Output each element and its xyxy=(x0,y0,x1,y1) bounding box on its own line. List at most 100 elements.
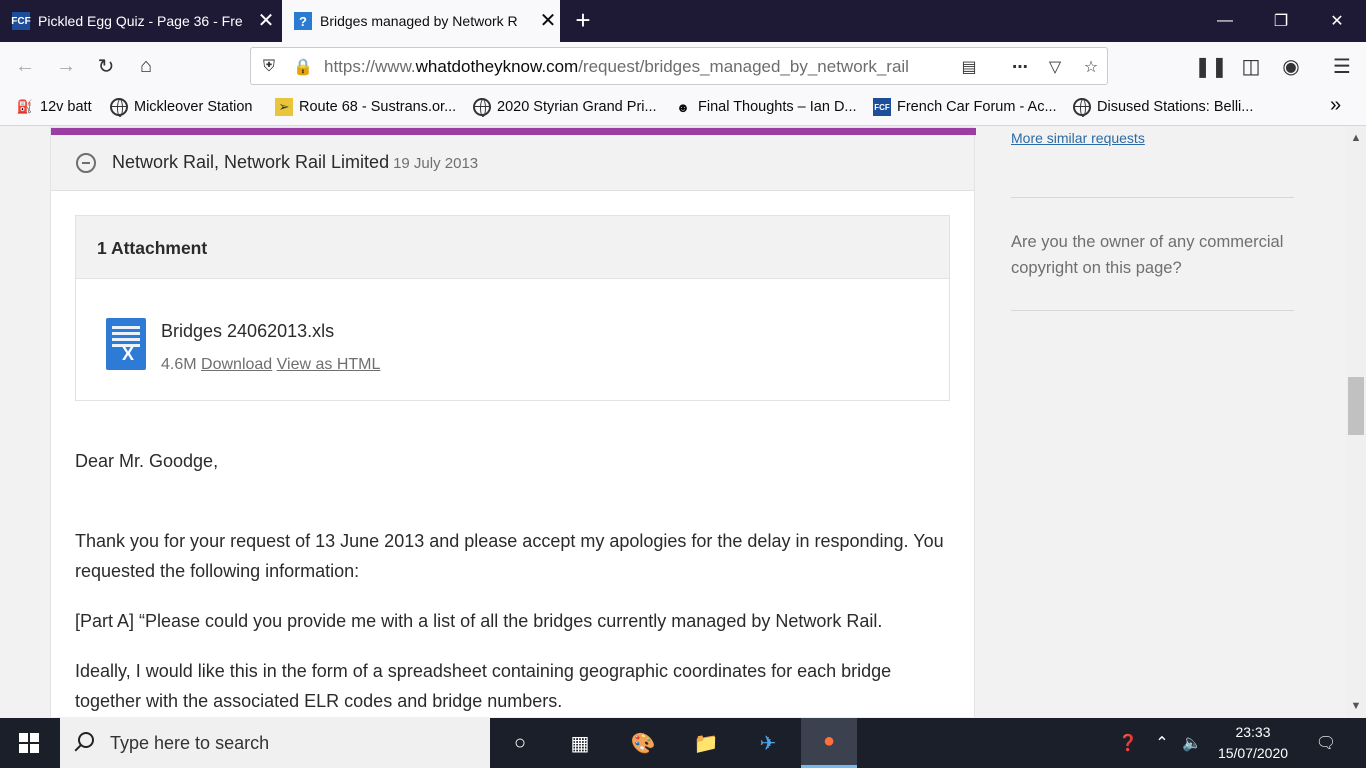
authority-name: Network Rail, Network Rail Limited 19 Jul… xyxy=(112,152,478,173)
page-viewport: Network Rail, Network Rail Limited 19 Jul… xyxy=(0,127,1346,717)
attachment-filename: Bridges 24062013.xls xyxy=(161,321,335,341)
fuel-icon: ⛽ xyxy=(16,99,34,114)
message-body: Dear Mr. Goodge, Thank you for your requ… xyxy=(75,446,955,717)
window-close-icon[interactable]: ✕ xyxy=(1309,0,1365,42)
close-tab-icon[interactable]: ✕ xyxy=(538,11,558,31)
taskbar: Type here to search ○ ▦ 🎨 📁 ✈ ● ❓ ⌃ 🔈 23… xyxy=(0,718,1366,768)
back-icon[interactable]: ← xyxy=(11,52,39,80)
bookmark-star-icon[interactable]: ☆ xyxy=(1079,55,1103,79)
paint-icon[interactable]: 🎨 xyxy=(615,718,671,768)
taskbar-search[interactable]: Type here to search xyxy=(60,718,490,768)
bookmark-french-car-forum[interactable]: FCF French Car Forum - Ac... xyxy=(873,98,1057,116)
tab-title: Pickled Egg Quiz - Page 36 - Fre xyxy=(38,13,243,29)
tab-bridges-managed[interactable]: ? Bridges managed by Network R ✕ xyxy=(282,0,560,42)
menu-icon[interactable]: ☰ xyxy=(1328,52,1356,80)
bookmark-label: 12v batt xyxy=(40,99,92,115)
bookmark-route-68[interactable]: ➢ Route 68 - Sustrans.or... xyxy=(275,98,456,116)
url-bar[interactable]: ⛨ 🔒 https://www.whatdotheyknow.com/reque… xyxy=(250,47,1108,85)
divider xyxy=(1011,197,1294,198)
home-icon[interactable]: ⌂ xyxy=(132,52,160,80)
bookmark-label: Mickleover Station xyxy=(134,99,253,115)
more-similar-requests-link[interactable]: More similar requests xyxy=(1011,130,1145,146)
attachment-size: 4.6M xyxy=(161,356,197,373)
avatar-icon: ☻ xyxy=(676,99,690,115)
search-placeholder: Type here to search xyxy=(110,733,270,753)
correspondence-card: Network Rail, Network Rail Limited 19 Jul… xyxy=(50,127,976,717)
cortana-icon[interactable]: ○ xyxy=(492,718,548,768)
clock-date: 15/07/2020 xyxy=(1217,745,1289,761)
attachments-title: 1 Attachment xyxy=(97,238,208,258)
navigation-toolbar: ← → ↻ ⌂ ⛨ 🔒 https://www.whatdotheyknow.c… xyxy=(0,42,1366,90)
firefox-icon[interactable]: ● xyxy=(801,718,857,768)
fcf-icon: FCF xyxy=(873,98,891,116)
bookmark-styrian-grand-prix[interactable]: 2020 Styrian Grand Pri... xyxy=(473,98,657,117)
bookmark-label: Final Thoughts – Ian D... xyxy=(698,99,857,115)
url-prefix: https://www. xyxy=(324,57,416,76)
start-button[interactable] xyxy=(0,718,58,768)
url-path: /request/bridges_managed_by_network_rail xyxy=(578,57,909,76)
help-icon[interactable]: ❓ xyxy=(1112,718,1144,768)
scroll-down-icon[interactable]: ▼ xyxy=(1346,697,1366,715)
globe-icon xyxy=(1073,98,1091,117)
authority-label: Network Rail, Network Rail Limited xyxy=(112,152,390,172)
minimize-icon[interactable]: — xyxy=(1197,0,1253,42)
bookmark-12v-batt[interactable]: ⛽ 12v batt xyxy=(16,98,92,116)
new-tab-icon[interactable]: + xyxy=(568,6,598,34)
attachment-meta: 4.6M Download View as HTML xyxy=(161,356,380,374)
greeting: Dear Mr. Goodge, xyxy=(75,451,219,471)
scroll-up-icon[interactable]: ▲ xyxy=(1346,129,1366,147)
copyright-owner-question: Are you the owner of any commercial copy… xyxy=(1011,233,1284,277)
thunderbird-icon[interactable]: ✈ xyxy=(740,718,796,768)
reload-icon[interactable]: ↻ xyxy=(92,52,120,80)
bookmark-label: 2020 Styrian Grand Pri... xyxy=(497,99,657,115)
notifications-icon[interactable]: 🗨 xyxy=(1310,718,1342,768)
globe-icon xyxy=(110,98,128,117)
correspondence-header[interactable]: Network Rail, Network Rail Limited 19 Jul… xyxy=(51,135,974,191)
body-paragraph: [Part A] “Please could you provide me wi… xyxy=(75,611,883,631)
attachments-header: 1 Attachment xyxy=(76,216,949,279)
more-bookmarks-icon[interactable]: » xyxy=(1330,94,1341,117)
bookmark-mickleover-station[interactable]: Mickleover Station xyxy=(110,98,253,117)
question-favicon-icon: ? xyxy=(294,12,312,30)
url-domain: whatdotheyknow.com xyxy=(415,57,579,76)
lock-icon[interactable]: 🔒 xyxy=(291,55,315,79)
body-paragraph: Thank you for your request of 13 June 20… xyxy=(75,531,944,581)
tab-strip: FCF Pickled Egg Quiz - Page 36 - Fre ✕ ?… xyxy=(0,0,1366,42)
clock-time: 23:33 xyxy=(1235,724,1271,740)
task-view-icon[interactable]: ▦ xyxy=(552,718,608,768)
windows-icon xyxy=(19,733,39,753)
body-paragraph: Ideally, I would like this in the form o… xyxy=(75,661,892,711)
volume-icon[interactable]: 🔈 xyxy=(1178,718,1206,768)
view-as-html-link[interactable]: View as HTML xyxy=(277,356,381,373)
sidebar-icon[interactable]: ◫ xyxy=(1237,52,1265,80)
scroll-thumb[interactable] xyxy=(1348,377,1364,435)
fcf-favicon-icon: FCF xyxy=(11,12,31,30)
bookmarks-toolbar: ⛽ 12v batt Mickleover Station ➢ Route 68… xyxy=(0,90,1366,126)
bookmark-disused-stations[interactable]: Disused Stations: Belli... xyxy=(1073,98,1254,117)
bookmark-final-thoughts[interactable]: ☻ Final Thoughts – Ian D... xyxy=(674,98,857,116)
page-scrollbar[interactable]: ▲ ▼ xyxy=(1346,127,1366,717)
url-text[interactable]: https://www.whatdotheyknow.com/request/b… xyxy=(324,57,909,77)
reader-view-icon[interactable]: ▤ xyxy=(957,55,981,79)
pocket-icon[interactable]: ▽ xyxy=(1043,55,1067,79)
page-actions-icon[interactable]: ⋯ xyxy=(1008,55,1032,79)
forward-icon[interactable]: → xyxy=(52,52,80,80)
globe-icon xyxy=(473,98,491,117)
bookmark-label: French Car Forum - Ac... xyxy=(897,99,1057,115)
tab-pickled-egg-quiz[interactable]: FCF Pickled Egg Quiz - Page 36 - Fre ✕ xyxy=(0,0,280,42)
restore-icon[interactable]: ❐ xyxy=(1253,0,1309,42)
download-link[interactable]: Download xyxy=(201,356,272,373)
close-tab-icon[interactable]: ✕ xyxy=(256,11,276,31)
bookmark-label: Disused Stations: Belli... xyxy=(1097,99,1254,115)
file-explorer-icon[interactable]: 📁 xyxy=(678,718,734,768)
collapse-icon[interactable] xyxy=(76,153,96,173)
show-hidden-icons-icon[interactable]: ⌃ xyxy=(1150,718,1174,768)
bookmark-label: Route 68 - Sustrans.or... xyxy=(299,99,457,115)
clock[interactable]: 23:33 15/07/2020 xyxy=(1208,722,1298,764)
spreadsheet-file-icon[interactable]: X xyxy=(106,318,146,370)
account-icon[interactable]: ◉ xyxy=(1277,52,1305,80)
shield-icon[interactable]: ⛨ xyxy=(257,55,281,79)
message-date: 19 July 2013 xyxy=(393,155,479,172)
tab-title: Bridges managed by Network R xyxy=(320,13,518,29)
library-icon[interactable]: ❚❚ xyxy=(1194,52,1228,80)
